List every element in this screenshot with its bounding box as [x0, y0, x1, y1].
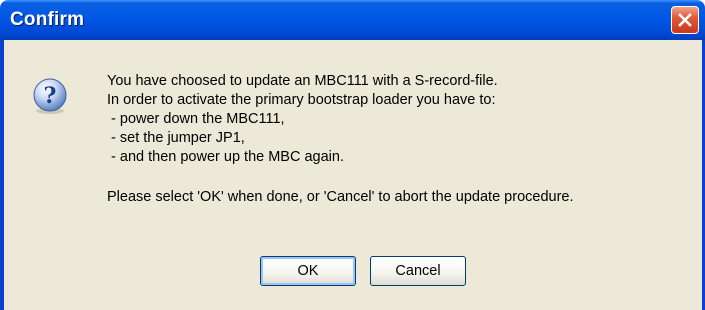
- close-icon: [678, 13, 692, 27]
- close-button[interactable]: [671, 6, 699, 34]
- message-prompt: Please select 'OK' when done, or 'Cancel…: [107, 189, 574, 205]
- svg-text:?: ?: [44, 83, 57, 109]
- message-line: - and then power up the MBC again.: [107, 149, 344, 165]
- question-icon: ?: [33, 78, 67, 114]
- ok-button[interactable]: OK: [260, 256, 356, 286]
- confirm-dialog: Confirm ? You have choosed to update an …: [0, 0, 705, 310]
- dialog-message: You have choosed to update an MBC111 wit…: [107, 72, 574, 207]
- title-bar[interactable]: Confirm: [0, 0, 705, 40]
- dialog-title: Confirm: [10, 9, 85, 30]
- message-line: In order to activate the primary bootstr…: [107, 92, 496, 108]
- message-line: - set the jumper JP1,: [107, 130, 245, 146]
- cancel-button[interactable]: Cancel: [370, 256, 466, 286]
- message-line: - power down the MBC111,: [107, 111, 285, 127]
- dialog-body: ? You have choosed to update an MBC111 w…: [4, 40, 702, 310]
- message-line: You have choosed to update an MBC111 wit…: [107, 73, 498, 89]
